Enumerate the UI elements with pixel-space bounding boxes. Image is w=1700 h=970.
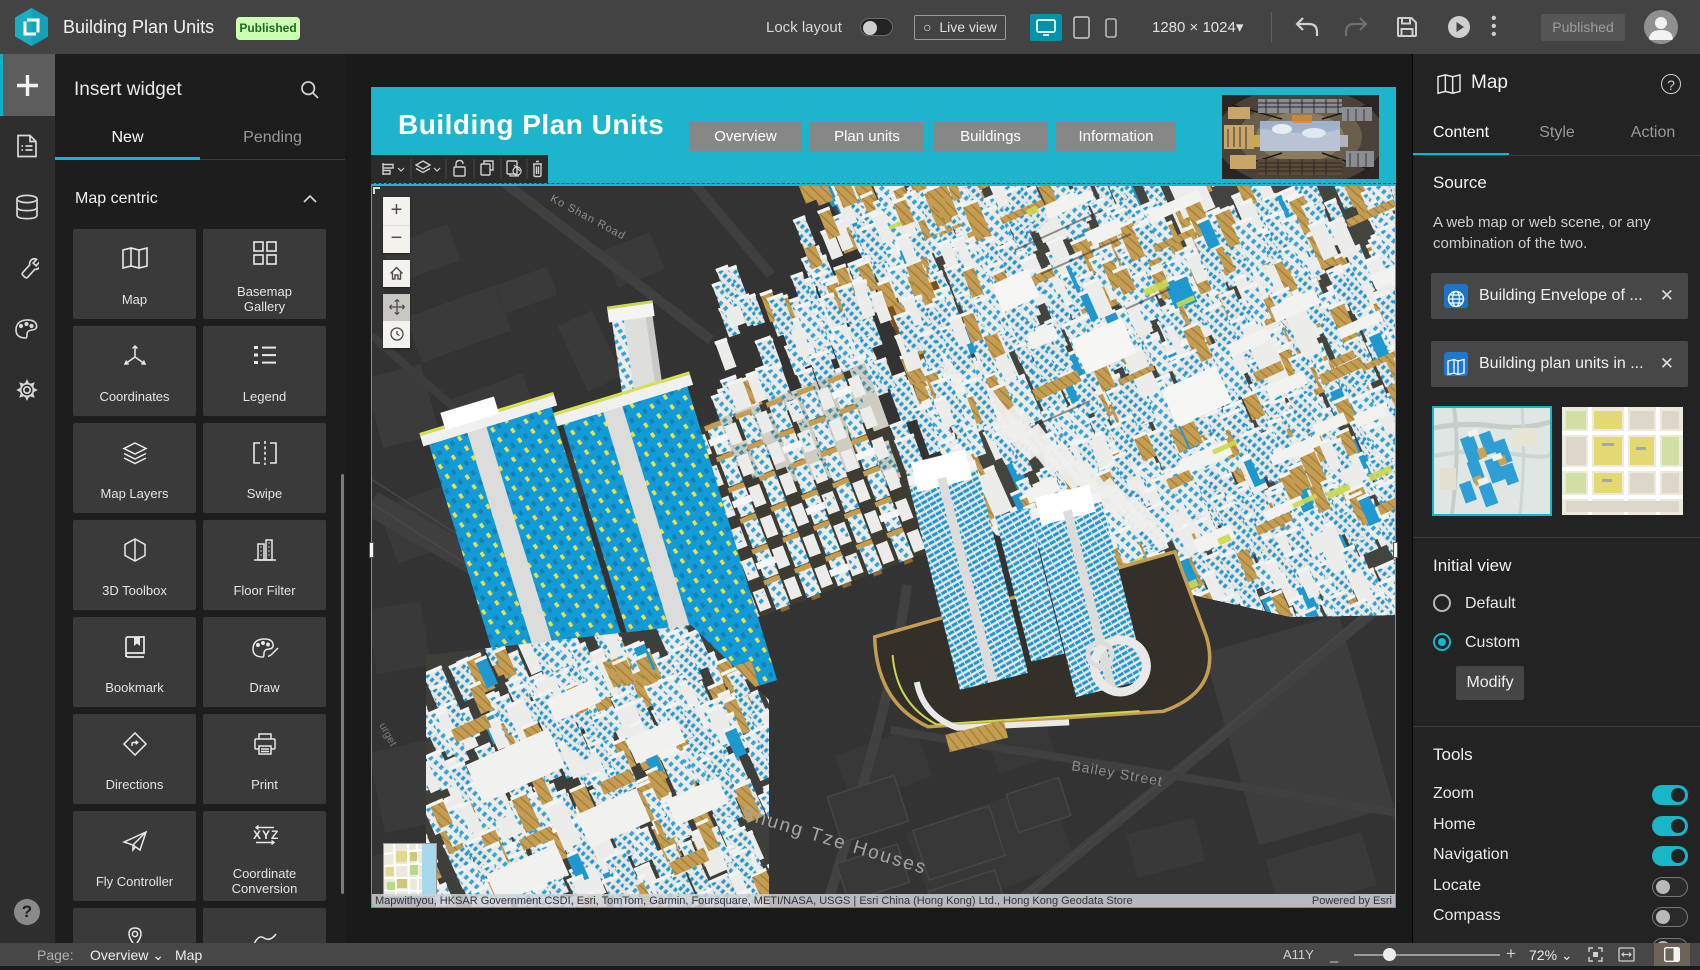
svg-text:XYZ: XYZ (253, 828, 279, 842)
